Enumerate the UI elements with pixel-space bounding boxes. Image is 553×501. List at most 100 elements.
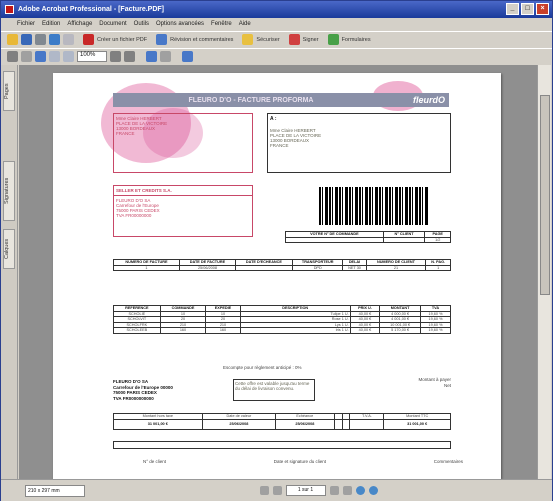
menu-item[interactable]: Aide [239,21,251,27]
scrollbar-thumb[interactable] [540,95,550,295]
fit-width-icon[interactable] [63,51,74,62]
recipient-line: FRANCE [116,131,135,136]
info-value: 21 [365,264,427,271]
menu-item[interactable]: Outils [134,21,149,27]
barcode [319,187,429,225]
window-title: Adobe Acrobat Professional - [Facture.PD… [18,6,164,13]
ref-value [382,236,426,243]
invoice-title: FLEURO D'O - FACTURE PROFORMA [188,96,314,104]
title-bar: Adobe Acrobat Professional - [Facture.PD… [1,1,552,18]
email-icon[interactable] [49,34,60,45]
recipient-box: Mme Claire HERBERT PLACE DE LA VICTOIRE … [113,113,253,173]
create-pdf-button[interactable]: Créer un fichier PDF [97,37,147,43]
info-value [234,264,293,271]
menu-item[interactable]: Affichage [67,21,92,27]
seller-title: SELLER ET CREDITS S.A. [114,186,252,196]
totals-value [341,418,351,430]
ref-value [285,236,384,243]
create-pdf-icon[interactable] [83,34,94,45]
totals-value: 31 001,00 € [383,418,451,430]
fit-page-icon[interactable] [49,51,60,62]
line-cell: SCHOLEEB [113,327,161,334]
previous-view-icon[interactable] [160,51,171,62]
reference-table: VOTRE N° DE COMMANDE N° CLIENT PAGE 1/2 [285,231,451,243]
totals-value: 25/06/2008 [201,418,277,430]
previous-view-icon[interactable] [355,486,365,495]
menu-item[interactable]: Fenêtre [211,21,232,27]
rotate-icon[interactable] [146,51,157,62]
line-cell: 160 [205,327,241,334]
signatures-tab[interactable]: Signatures [3,161,15,221]
select-tool-icon[interactable] [21,51,32,62]
forms-icon[interactable] [327,34,339,45]
address-box: A : Mme Claire HERBERT PLACE DE LA VICTO… [267,113,451,173]
text-select-icon[interactable] [182,51,193,62]
zoom-out-icon[interactable] [110,51,121,62]
bottom-label: Commentaires [433,459,463,464]
zoom-level-field[interactable]: 100% [77,51,107,62]
line-cell: 160 [159,327,207,334]
next-view-icon[interactable] [368,486,378,495]
vertical-scrollbar[interactable] [537,65,551,479]
bottom-label: Date et signature du client [273,459,327,464]
seller-box: SELLER ET CREDITS S.A. FLEURO D'O SA Car… [113,185,253,237]
save-icon[interactable] [21,34,32,45]
bottom-bar [113,441,451,449]
search-icon[interactable] [63,34,74,45]
invoice-page: FLEURO D'O - FACTURE PROFORMA fleurdO Mm… [53,73,501,479]
sign-button[interactable]: Signer [303,37,319,43]
line-cell: 40,00 € [349,327,381,334]
navigation-toolbar: 100% [1,48,552,64]
secure-button[interactable]: Sécuriser [256,37,279,43]
table-row: SCHOLEEB 160 160 Iris 1 U. 40,00 € 5 170… [113,327,451,334]
open-icon[interactable] [7,34,18,45]
invoice-banner: FLEURO D'O - FACTURE PROFORMA fleurdO [113,93,449,107]
menu-item[interactable]: Fichier [17,21,35,27]
page-number-field[interactable]: 1 sur 1 [285,485,326,496]
zoom-plus-icon[interactable] [124,51,135,62]
sign-icon[interactable] [288,34,300,45]
menu-item[interactable]: Document [99,21,126,27]
zoom-in-icon[interactable] [35,51,46,62]
address-line: FRANCE [270,143,289,148]
page-size-field: 210 x 297 mm [25,484,85,497]
hand-tool-icon[interactable] [7,51,18,62]
previous-page-icon[interactable] [272,486,282,495]
menu-bar: Fichier Edition Affichage Document Outil… [1,18,552,30]
layers-tab[interactable]: Calques [3,229,15,269]
totals-value: 25/06/2008 [275,418,335,430]
payment-note: Escompte pour règlement anticipé : 0% [223,365,302,370]
bottom-labels: N° de client Date et signature du client… [143,459,463,464]
maximize-button[interactable]: □ [521,3,534,15]
bottom-label: N° de client [143,459,167,464]
line-items-table: REFERENCE COMMANDE EXPEDIE DESCRIPTION P… [113,305,451,334]
footer-note-box: Cette offre est valable jusqu'au terme d… [233,379,315,401]
close-button[interactable]: × [536,3,549,15]
review-icon[interactable] [156,34,168,45]
first-page-icon[interactable] [259,486,269,495]
secure-icon[interactable] [242,34,254,45]
review-button[interactable]: Révision et commentaires [170,37,233,43]
info-value: 1 [113,264,180,271]
acrobat-window: Adobe Acrobat Professional - [Facture.PD… [0,0,553,501]
menu-item[interactable]: Options avancées [156,21,204,27]
ref-value: 1/2 [424,236,451,243]
forms-button[interactable]: Formulaires [342,37,371,43]
totals-value [333,418,343,430]
info-value: DPD [291,264,344,271]
next-page-icon[interactable] [329,486,339,495]
pages-tab[interactable]: Pages [3,71,15,111]
invoice-info-table: NUMERO DE FACTURE DATE DE FACTURE DATE D… [113,259,451,271]
line-cell: 5 170,00 € [379,327,421,334]
footer-right: Montant à payer Net [393,377,451,388]
status-bar: 210 x 297 mm 1 sur 1 [1,479,552,501]
footer-address: FLEURO D'O SA Carrefour de l'Europe 0000… [113,379,173,401]
address-label: A : [270,116,277,122]
line-cell: Iris 1 U. [239,327,351,334]
print-icon[interactable] [35,34,46,45]
minimize-button[interactable]: _ [506,3,519,15]
info-value: NET 30 [342,264,367,271]
navigation-panel: Pages Signatures Calques [1,65,18,479]
menu-item[interactable]: Edition [42,21,60,27]
last-page-icon[interactable] [342,486,352,495]
